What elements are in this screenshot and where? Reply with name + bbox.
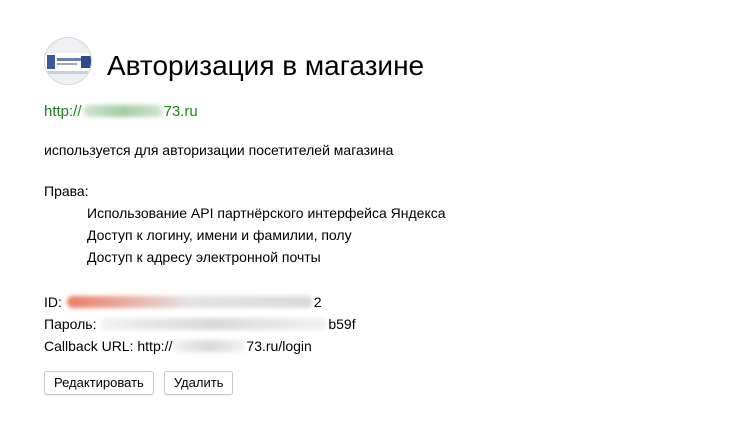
app-url-prefix: http:// — [44, 103, 82, 120]
redacted-client-id — [66, 296, 313, 308]
app-logo-icon — [44, 37, 92, 85]
actions-bar: Редактировать Удалить — [44, 371, 234, 395]
rights-section: Права: Использование API партнёрского ин… — [44, 180, 446, 268]
rights-list: Использование API партнёрского интерфейс… — [44, 202, 446, 268]
redacted-url-part — [82, 105, 163, 117]
delete-button[interactable]: Удалить — [163, 371, 234, 395]
callback-url-label: Callback URL: — [44, 338, 134, 354]
page-title: Авторизация в магазине — [107, 50, 425, 81]
rights-label: Права: — [44, 183, 89, 199]
redacted-client-secret — [101, 318, 328, 330]
credentials-section: ID: 2 Пароль: b59f Callback URL: http://… — [44, 291, 356, 357]
edit-button[interactable]: Редактировать — [44, 371, 154, 395]
client-secret-row: Пароль: b59f — [44, 313, 356, 335]
client-id-row: ID: 2 — [44, 291, 356, 313]
rights-item: Доступ к адресу электронной почты — [87, 249, 321, 265]
app-url-suffix: 73.ru — [163, 103, 198, 120]
app-header: Авторизация в магазине — [44, 37, 424, 85]
redacted-callback-part — [173, 340, 246, 352]
rights-item: Использование API партнёрского интерфейс… — [87, 205, 446, 221]
callback-url-suffix: 73.ru/login — [246, 338, 312, 354]
client-secret-value: b59f — [328, 316, 356, 332]
app-url-link[interactable]: http:// 73.ru — [44, 103, 198, 120]
client-id-value: 2 — [313, 294, 322, 310]
app-description: используется для авторизации посетителей… — [44, 142, 394, 158]
callback-url-row: Callback URL: http:// 73.ru/login — [44, 335, 356, 357]
client-id-label: ID: — [44, 294, 62, 310]
callback-url-prefix: http:// — [137, 338, 173, 354]
client-secret-label: Пароль: — [44, 316, 97, 332]
rights-item: Доступ к логину, имени и фамилии, полу — [87, 227, 352, 243]
